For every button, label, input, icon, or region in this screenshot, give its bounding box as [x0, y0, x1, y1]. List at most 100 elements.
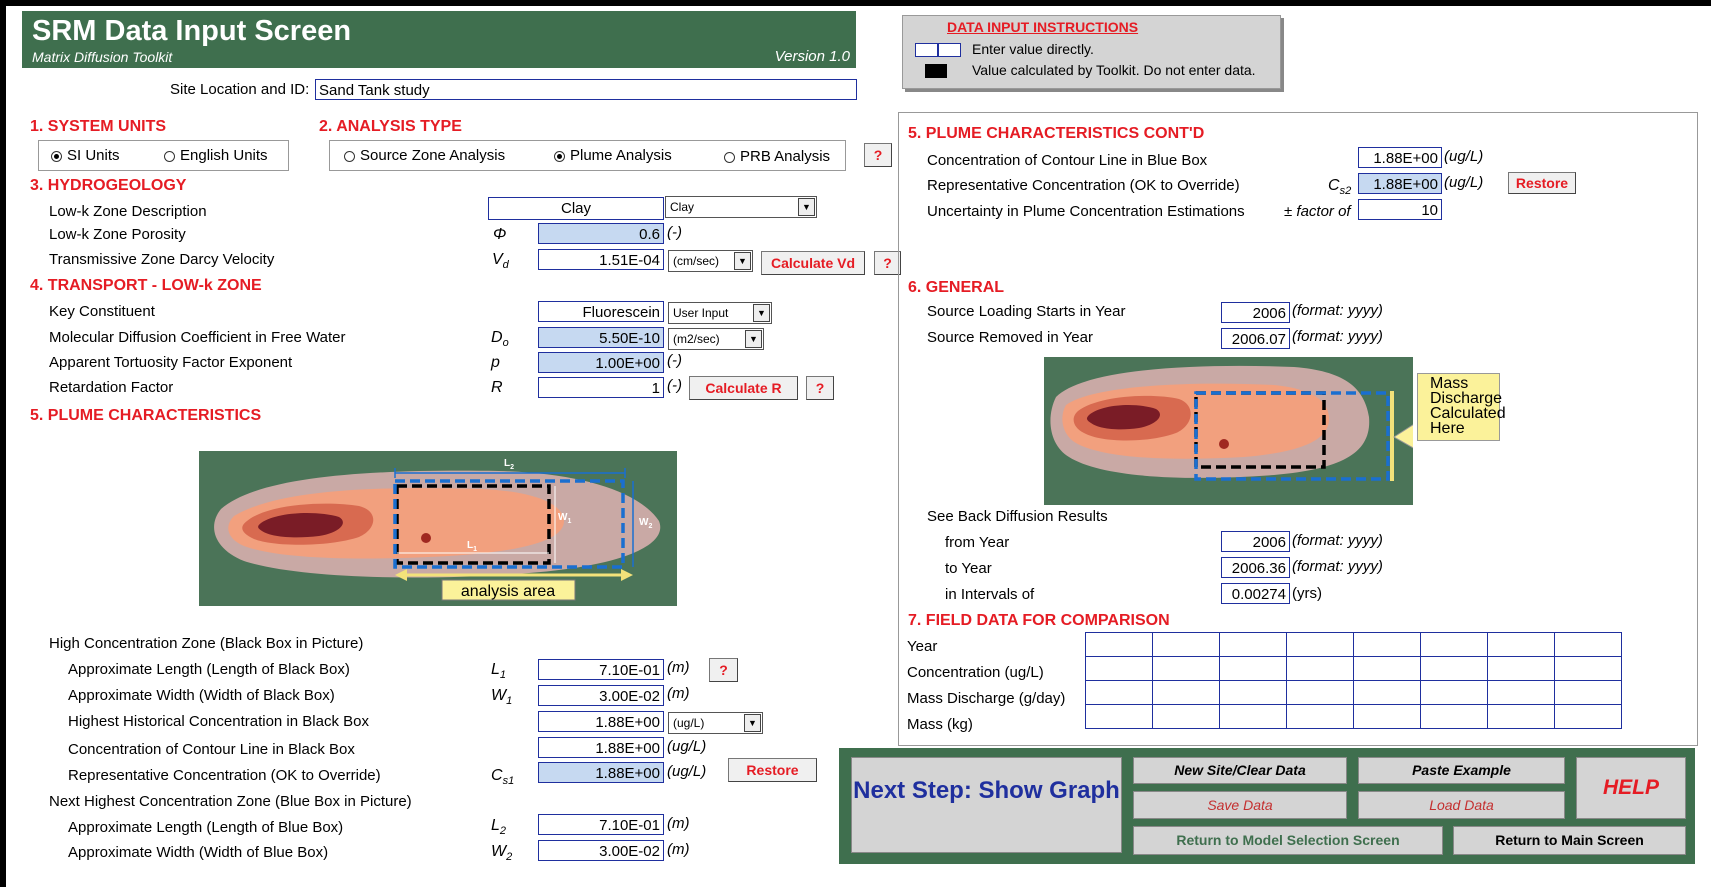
site-input[interactable]: Sand Tank study: [315, 79, 857, 100]
radio-si-dot[interactable]: [51, 150, 62, 162]
darcy-help-button[interactable]: ?: [874, 251, 901, 275]
field-cell[interactable]: [1286, 704, 1354, 729]
conc-unit-dropdown[interactable]: (ug/L) ▼: [668, 712, 763, 734]
black-box-help-button[interactable]: ?: [709, 658, 738, 682]
l1-input[interactable]: 7.10E-01: [538, 659, 664, 680]
restore2-button[interactable]: Restore: [1508, 172, 1576, 194]
field-cell[interactable]: [1219, 632, 1287, 657]
radio-english-units[interactable]: English Units: [164, 147, 268, 164]
interval-input[interactable]: 0.00274: [1221, 583, 1290, 604]
save-data-button[interactable]: Save Data: [1133, 791, 1347, 819]
uncertainty-input[interactable]: 10: [1358, 199, 1442, 220]
field-cell[interactable]: [1152, 656, 1220, 681]
field-cell[interactable]: [1219, 704, 1287, 729]
constituent-dropdown[interactable]: User Input ▼: [668, 302, 772, 324]
contour-black-input[interactable]: 1.88E+00: [538, 737, 664, 758]
field-cell[interactable]: [1219, 656, 1287, 681]
w2-symbol: W2: [491, 843, 513, 864]
darcy-input[interactable]: 1.51E-04: [538, 249, 664, 270]
field-cell[interactable]: [1487, 680, 1555, 705]
l2-input[interactable]: 7.10E-01: [538, 814, 664, 835]
retardation-input[interactable]: 1: [538, 377, 664, 398]
field-cell[interactable]: [1420, 632, 1488, 657]
field-cell[interactable]: [1286, 632, 1354, 657]
field-cell[interactable]: [1420, 656, 1488, 681]
blue-contour-label: Concentration of Contour Line in Blue Bo…: [927, 152, 1208, 169]
return-main-button[interactable]: Return to Main Screen: [1453, 826, 1686, 855]
field-cell[interactable]: [1420, 704, 1488, 729]
radio-si-units[interactable]: SI Units: [51, 147, 120, 164]
retardation-help-button[interactable]: ?: [806, 376, 834, 400]
field-cell[interactable]: [1085, 656, 1153, 681]
field-cell[interactable]: [1353, 632, 1421, 657]
calculate-vd-button[interactable]: Calculate Vd: [761, 251, 865, 275]
source-start-input[interactable]: 2006: [1221, 302, 1290, 323]
constituent-input[interactable]: Fluorescein: [538, 301, 664, 322]
chevron-down-icon[interactable]: ▼: [798, 198, 815, 216]
radio-source-zone[interactable]: Source Zone Analysis: [344, 147, 505, 164]
chevron-down-icon[interactable]: ▼: [745, 330, 762, 348]
to-year-input[interactable]: 2006.36: [1221, 557, 1290, 578]
paste-example-button[interactable]: Paste Example: [1358, 757, 1565, 784]
field-cell[interactable]: [1554, 656, 1622, 681]
field-cell[interactable]: [1152, 632, 1220, 657]
diffusion-unit-dropdown[interactable]: (m2/sec) ▼: [668, 328, 764, 350]
radio-prb-analysis[interactable]: PRB Analysis: [724, 148, 830, 165]
chevron-down-icon[interactable]: ▼: [744, 714, 761, 732]
field-cell[interactable]: [1353, 704, 1421, 729]
field-cell[interactable]: [1353, 656, 1421, 681]
callout-text: Mass Discharge Calculated Here: [1430, 375, 1506, 437]
field-cell[interactable]: [1219, 680, 1287, 705]
lowk-desc-dropdown[interactable]: Clay ▼: [665, 196, 817, 218]
return-model-selection-button[interactable]: Return to Model Selection Screen: [1133, 826, 1443, 855]
field-cell[interactable]: [1152, 680, 1220, 705]
from-year-input[interactable]: 2006: [1221, 531, 1290, 552]
high-zone-title: High Concentration Zone (Black Box in Pi…: [49, 635, 364, 652]
radio-prb-dot[interactable]: [724, 151, 735, 163]
field-cell[interactable]: [1487, 704, 1555, 729]
chevron-down-icon[interactable]: ▼: [753, 304, 770, 322]
field-cell[interactable]: [1554, 704, 1622, 729]
results-label: See Back Diffusion Results: [927, 508, 1108, 525]
w1-input[interactable]: 3.00E-02: [538, 685, 664, 706]
darcy-unit-dropdown[interactable]: (cm/sec) ▼: [668, 250, 753, 272]
well-dot: [421, 533, 431, 543]
field-cell[interactable]: [1487, 632, 1555, 657]
field-cell[interactable]: [1085, 704, 1153, 729]
field-cell[interactable]: [1420, 680, 1488, 705]
source-start-label: Source Loading Starts in Year: [927, 303, 1126, 320]
load-data-button[interactable]: Load Data: [1358, 791, 1565, 819]
radio-english-dot[interactable]: [164, 150, 175, 162]
analysis-help-button[interactable]: ?: [864, 143, 892, 167]
restore-button[interactable]: Restore: [728, 758, 817, 782]
interval-label: in Intervals of: [945, 586, 1035, 603]
field-cell[interactable]: [1353, 680, 1421, 705]
source-removed-input[interactable]: 2006.07: [1221, 328, 1290, 349]
field-cell[interactable]: [1487, 656, 1555, 681]
field-cell[interactable]: [1085, 680, 1153, 705]
radio-plume-dot[interactable]: [554, 150, 565, 162]
lowk-desc-input[interactable]: Clay: [488, 197, 664, 220]
next-step-button[interactable]: Next Step: Show Graph: [851, 757, 1122, 853]
field-cell[interactable]: [1554, 680, 1622, 705]
calculate-r-button[interactable]: Calculate R: [689, 376, 798, 400]
field-cell[interactable]: [1554, 632, 1622, 657]
field-cell[interactable]: [1286, 656, 1354, 681]
radio-plume-analysis[interactable]: Plume Analysis: [554, 147, 672, 164]
chevron-down-icon[interactable]: ▼: [734, 252, 751, 270]
radio-source-dot[interactable]: [344, 150, 355, 162]
cs1-symbol: Cs1: [491, 767, 515, 788]
rep-conc2-field[interactable]: 1.88E+00: [1358, 173, 1442, 194]
new-site-button[interactable]: New Site/Clear Data: [1133, 757, 1347, 784]
field-cell[interactable]: [1085, 632, 1153, 657]
help-button[interactable]: HELP: [1576, 757, 1686, 819]
w2-input[interactable]: 3.00E-02: [538, 840, 664, 861]
l1-symbol: L1: [491, 661, 507, 682]
blue-contour-input[interactable]: 1.88E+00: [1358, 147, 1442, 168]
darcy-label: Transmissive Zone Darcy Velocity: [49, 251, 275, 268]
field-row-discharge-label: Mass Discharge (g/day): [907, 690, 1066, 707]
field-cell[interactable]: [1152, 704, 1220, 729]
historical-conc-input[interactable]: 1.88E+00: [538, 711, 664, 732]
rep-conc-field[interactable]: 1.88E+00: [538, 762, 664, 783]
field-cell[interactable]: [1286, 680, 1354, 705]
